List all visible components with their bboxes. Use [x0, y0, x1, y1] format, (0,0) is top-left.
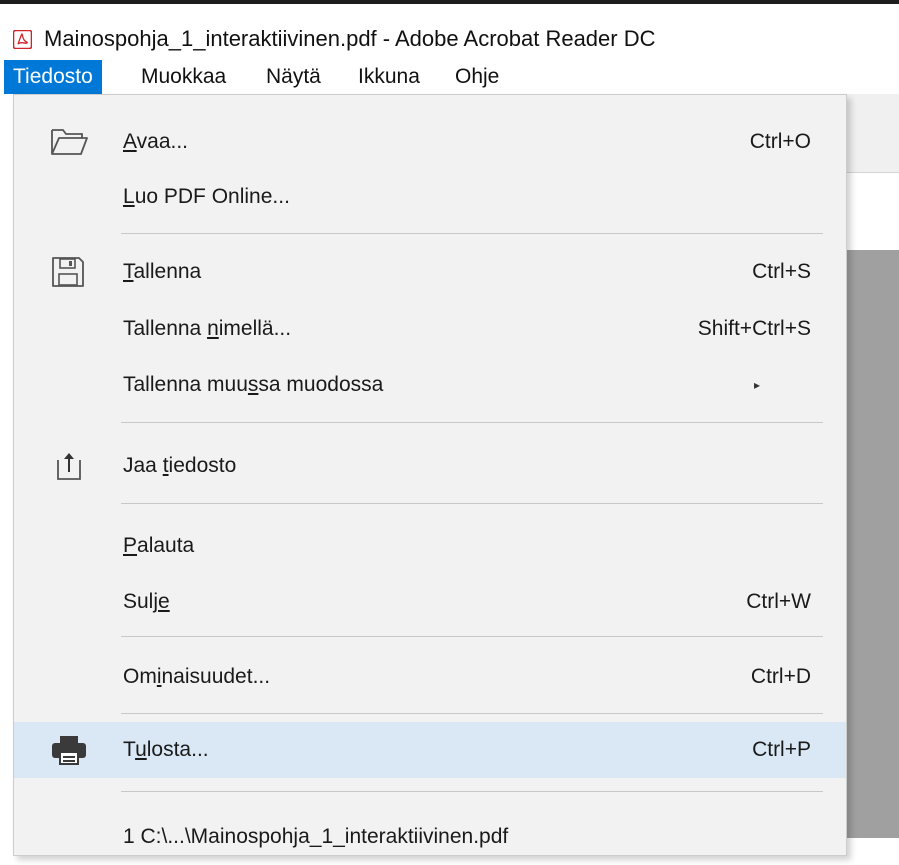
- menu-item-label: Palauta: [123, 534, 195, 557]
- menu-item-share-file[interactable]: Jaa tiedosto: [14, 438, 846, 494]
- menu-tiedosto[interactable]: Tiedosto: [4, 60, 102, 94]
- menu-item-print[interactable]: Tulosta... Ctrl+P: [14, 722, 846, 778]
- shortcut-text: Ctrl+P: [752, 738, 811, 761]
- menu-item-label: Ominaisuudet...: [123, 665, 271, 688]
- menu-separator: [121, 422, 823, 423]
- document-area: [846, 250, 899, 838]
- menu-item-label: Tallenna: [123, 260, 202, 283]
- shortcut-text: Ctrl+S: [752, 260, 811, 283]
- printer-icon: [52, 736, 86, 765]
- shortcut-text: Shift+Ctrl+S: [697, 317, 811, 340]
- menu-item-create-pdf-online[interactable]: Luo PDF Online...: [14, 169, 846, 225]
- acrobat-reader-icon: [13, 30, 32, 49]
- menu-item-label: Tulosta...: [123, 738, 209, 761]
- menu-ikkuna[interactable]: Ikkuna: [349, 60, 429, 94]
- window-title: Mainospohja_1_interaktiivinen.pdf - Adob…: [44, 26, 656, 51]
- menu-item-label: 1 C:\...\Mainospohja_1_interaktiivinen.p…: [123, 825, 509, 848]
- file-menu-dropdown: Avaa... Ctrl+O Luo PDF Online... Tallenn…: [13, 94, 847, 856]
- menu-item-label: Luo PDF Online...: [123, 185, 290, 208]
- menu-separator: [121, 713, 823, 714]
- menu-item-label: Tallenna muussa muodossa: [123, 373, 384, 396]
- menu-item-close[interactable]: Sulje Ctrl+W: [14, 574, 846, 630]
- folder-open-icon: [51, 129, 88, 155]
- menu-item-label: Sulje: [123, 590, 170, 613]
- menu-item-revert[interactable]: Palauta: [14, 518, 846, 574]
- menu-item-save-as[interactable]: Tallenna nimellä... Shift+Ctrl+S: [14, 301, 846, 357]
- title-bar: Mainospohja_1_interaktiivinen.pdf - Adob…: [0, 4, 899, 60]
- menu-ohje[interactable]: Ohje: [446, 60, 508, 94]
- submenu-arrow-icon: ▸: [754, 378, 761, 392]
- save-icon: [52, 257, 84, 287]
- shortcut-text: Ctrl+W: [746, 590, 811, 613]
- menu-item-save[interactable]: Tallenna Ctrl+S: [14, 244, 846, 300]
- menu-nayta[interactable]: Näytä: [257, 60, 330, 94]
- menu-item-label: Avaa...: [123, 130, 189, 153]
- menu-item-open[interactable]: Avaa... Ctrl+O: [14, 114, 846, 170]
- menu-bar: Tiedosto Muokkaa Näytä Ikkuna Ohje: [0, 60, 899, 94]
- background-toolbar: [846, 94, 899, 173]
- menu-muokkaa[interactable]: Muokkaa: [132, 60, 235, 94]
- menu-item-save-as-other[interactable]: Tallenna muussa muodossa ▸: [14, 357, 846, 413]
- menu-item-properties[interactable]: Ominaisuudet... Ctrl+D: [14, 649, 846, 705]
- menu-separator: [121, 791, 823, 792]
- shortcut-text: Ctrl+D: [750, 665, 811, 688]
- menu-item-label: Jaa tiedosto: [123, 454, 237, 477]
- shortcut-text: Ctrl+O: [749, 130, 811, 153]
- share-icon: [57, 453, 81, 480]
- menu-separator: [121, 636, 823, 637]
- menu-item-label: Tallenna nimellä...: [123, 317, 292, 340]
- menu-item-recent-file-1[interactable]: 1 C:\...\Mainospohja_1_interaktiivinen.p…: [14, 809, 846, 865]
- menu-separator: [121, 503, 823, 504]
- menu-separator: [121, 233, 823, 234]
